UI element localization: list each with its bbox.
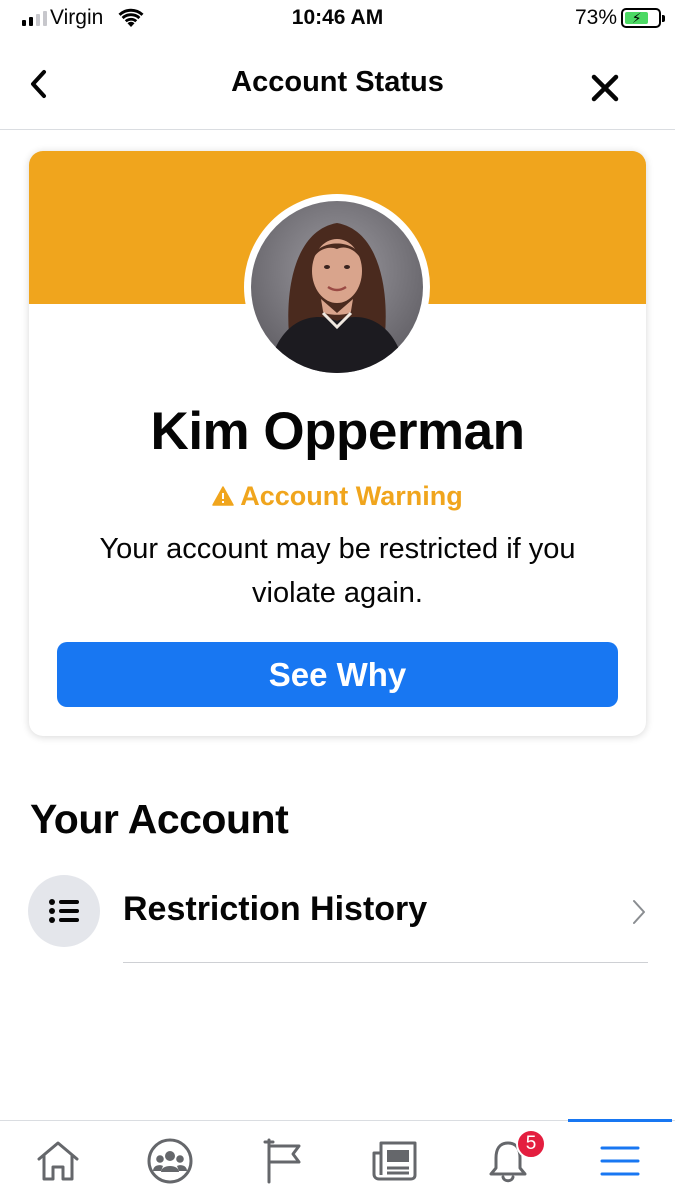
flag-icon (263, 1138, 301, 1184)
notification-badge: 5 (516, 1129, 546, 1159)
profile-photo (251, 201, 423, 373)
profile-name: Kim Opperman (150, 402, 525, 461)
clock: 10:46 AM (291, 6, 384, 29)
account-warning-label: Account Warning (29, 481, 646, 512)
battery-level: ⚡ (625, 11, 649, 25)
home-icon (37, 1141, 79, 1181)
nav-menu[interactable] (564, 1119, 675, 1200)
news-icon (372, 1141, 417, 1181)
warning-text: Account Warning (240, 481, 463, 511)
restriction-history-item[interactable]: Restriction History (28, 875, 648, 963)
nav-notifications[interactable]: 5 (452, 1121, 564, 1200)
menu-icon (600, 1146, 640, 1176)
battery-percentage: 73% (574, 6, 617, 29)
restriction-history-label: Restriction History (123, 890, 428, 928)
close-icon (591, 74, 619, 102)
list-icon-container (28, 875, 100, 947)
nav-home[interactable] (2, 1121, 114, 1200)
account-status-card: Kim Opperman Account Warning Your accoun… (29, 151, 646, 736)
your-account-heading: Your Account (30, 796, 289, 842)
see-why-button[interactable]: See Why (57, 642, 618, 707)
page-title: Account Status (231, 66, 444, 98)
bottom-navigation: 5 (0, 1119, 675, 1200)
nav-news[interactable] (339, 1121, 451, 1200)
list-icon (49, 899, 79, 923)
groups-icon (147, 1138, 193, 1184)
nav-groups[interactable] (114, 1121, 226, 1200)
status-bar: Virgin 10:46 AM 73% ⚡ (0, 0, 675, 40)
navigation-header: Account Status (0, 48, 675, 130)
close-button[interactable] (585, 68, 625, 108)
divider (123, 962, 648, 963)
warning-icon (212, 486, 234, 506)
warning-message: Your account may be restricted if you vi… (99, 533, 576, 609)
chevron-right-icon (633, 900, 645, 924)
battery-icon: ⚡ (621, 8, 665, 28)
profile-avatar (244, 194, 430, 380)
nav-pages[interactable] (227, 1121, 339, 1200)
